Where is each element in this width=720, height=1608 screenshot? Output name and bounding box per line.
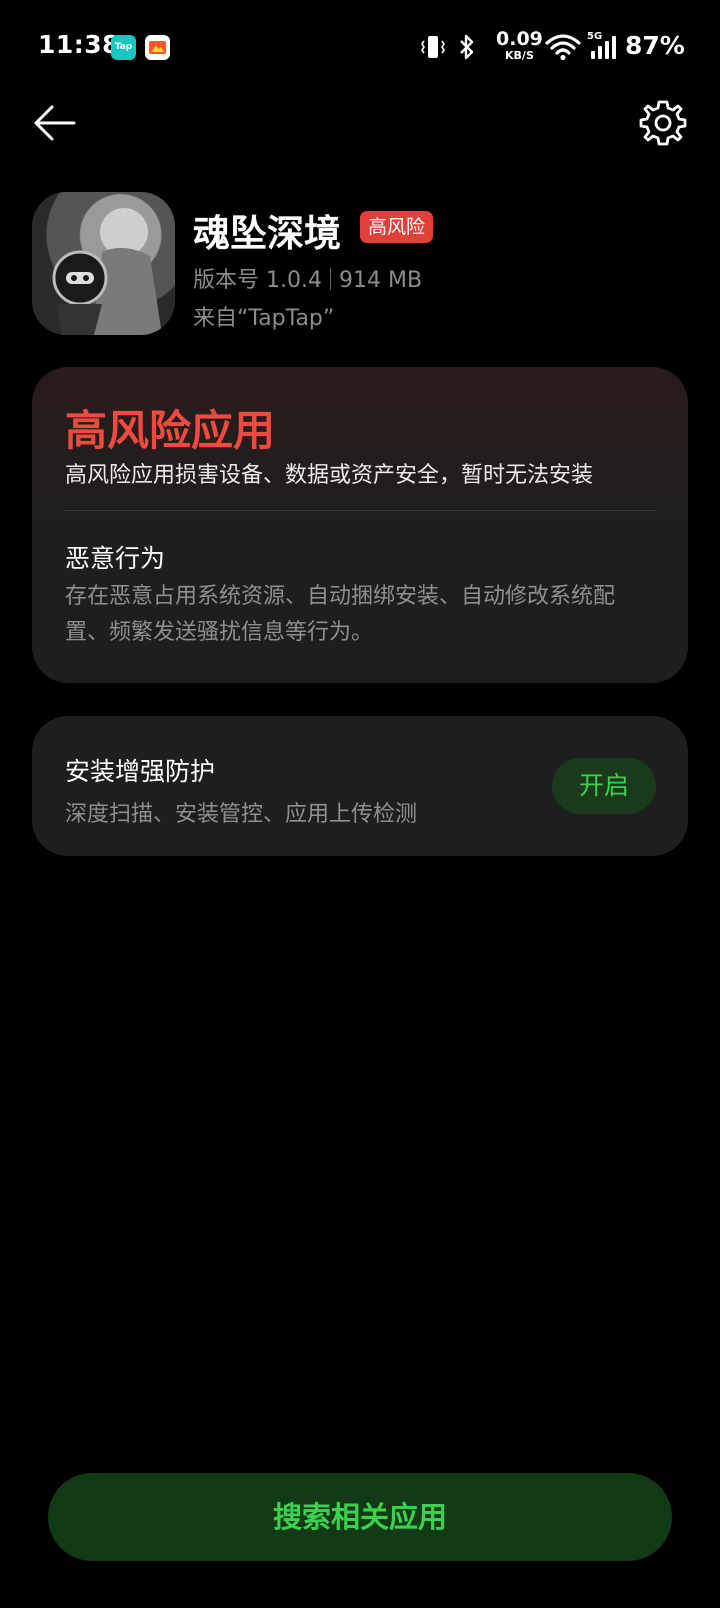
taptap-notification-icon: Tap	[111, 35, 136, 60]
meta-divider	[329, 268, 331, 290]
protection-description: 深度扫描、安装管控、应用上传检测	[65, 802, 418, 827]
risk-description: 高风险应用损害设备、数据或资产安全，暂时无法安装	[65, 463, 594, 488]
behavior-description: 存在恶意占用系统资源、自动捆绑安装、自动修改系统配置、频繁发送骚扰信息等行为。	[65, 584, 616, 645]
card-divider	[65, 510, 655, 511]
gear-icon	[639, 100, 687, 146]
enable-protection-button[interactable]: 开启	[552, 758, 656, 814]
arrow-left-icon	[34, 105, 76, 141]
risk-card: 高风险应用 高风险应用损害设备、数据或资产安全，暂时无法安装 恶意行为 存在恶意…	[32, 367, 688, 683]
bluetooth-icon	[460, 34, 474, 60]
status-time: 11:38	[38, 30, 121, 59]
signal-icon	[591, 36, 616, 59]
protection-card: 安装增强防护 深度扫描、安装管控、应用上传检测 开启	[32, 716, 688, 856]
status-bar: 11:38 Tap 0.09 KB/S 5G 87%	[0, 0, 720, 92]
protection-title: 安装增强防护	[65, 757, 216, 786]
search-related-apps-button[interactable]: 搜索相关应用	[48, 1473, 672, 1561]
app-icon	[32, 192, 175, 335]
vibrate-icon	[421, 36, 445, 58]
behavior-title: 恶意行为	[65, 544, 166, 573]
battery-level: 87%	[625, 31, 685, 60]
network-speed: 0.09 KB/S	[496, 28, 543, 62]
app-size: 914 MB	[338, 268, 423, 293]
settings-button[interactable]	[638, 98, 688, 148]
risk-title: 高风险应用	[65, 406, 276, 455]
back-button[interactable]	[30, 100, 82, 146]
app-name: 魂坠深境	[193, 212, 341, 255]
gallery-notification-icon	[145, 35, 170, 60]
network-speed-unit: KB/S	[505, 49, 534, 62]
network-speed-value: 0.09	[496, 28, 543, 50]
app-version: 版本号 1.0.4	[193, 268, 322, 293]
app-meta: 版本号 1.0.4 914 MB	[193, 262, 422, 294]
wifi-icon	[545, 34, 581, 61]
app-source: 来自“TapTap”	[193, 306, 335, 331]
risk-badge: 高风险	[360, 211, 434, 243]
